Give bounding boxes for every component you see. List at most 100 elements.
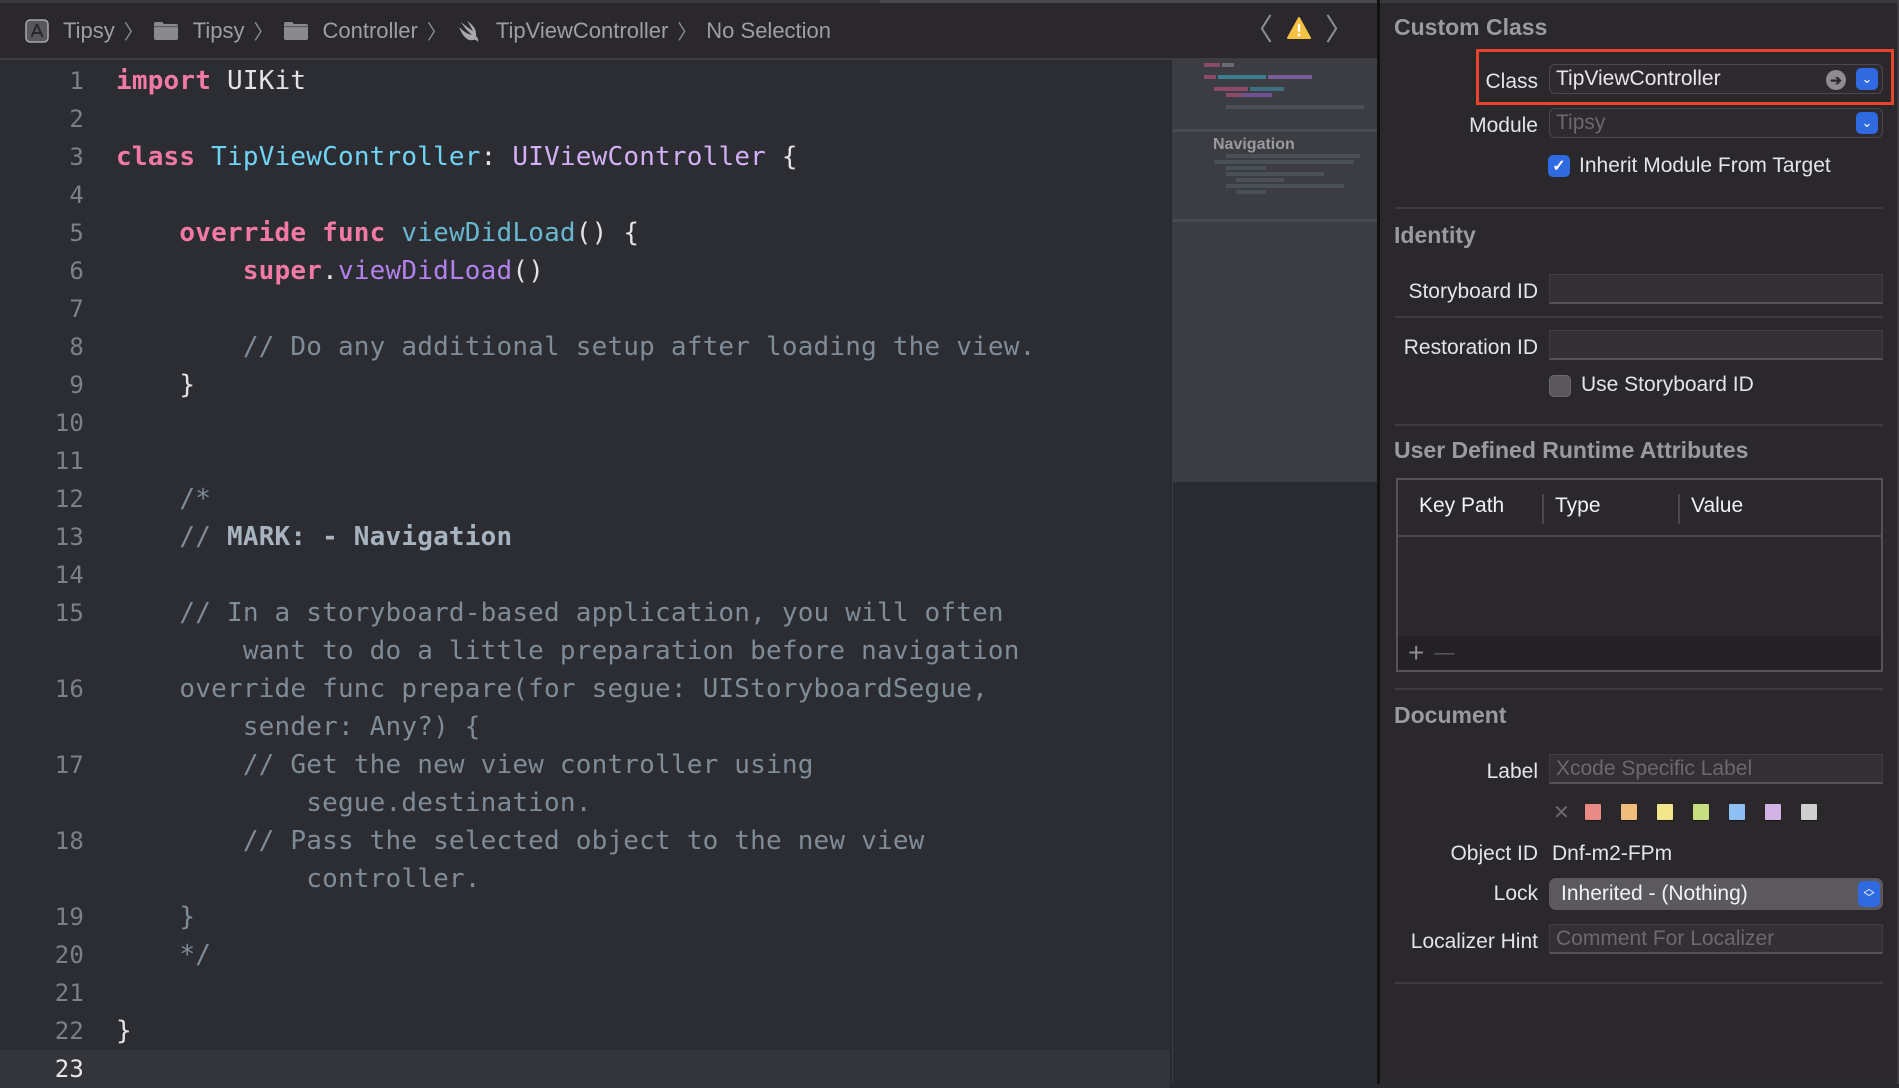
code-line[interactable]: sender: Any?) {	[0, 708, 1170, 746]
line-number[interactable]: 11	[0, 442, 84, 480]
xcode-label-field[interactable]: Xcode Specific Label	[1549, 754, 1883, 784]
use-storyboard-id-checkbox[interactable]	[1549, 375, 1571, 397]
clear-label-color-icon[interactable]: ✕	[1553, 800, 1570, 825]
module-combo-box[interactable]: Tipsy ⌄	[1549, 108, 1883, 138]
previous-issue-button[interactable]: 〈	[1243, 15, 1273, 46]
code-line[interactable]: 3 class TipViewController: UIViewControll…	[0, 138, 1170, 176]
code-line[interactable]: 16 override func prepare(for segue: UISt…	[0, 670, 1170, 708]
line-number[interactable]: 9	[0, 366, 84, 404]
code-line[interactable]: 22}	[0, 1012, 1170, 1050]
code-line[interactable]: 4	[0, 176, 1170, 214]
label-color-swatch[interactable]	[1765, 804, 1781, 820]
line-text: segue.destination.	[116, 784, 592, 822]
lock-popup-button[interactable]: Inherited - (Nothing) ︿ ﹀	[1549, 878, 1883, 910]
line-number[interactable]: 14	[0, 556, 84, 594]
code-line[interactable]: want to do a little preparation before n…	[0, 632, 1170, 670]
class-dropdown-chevron-icon[interactable]: ⌄	[1856, 68, 1878, 90]
minimap-line	[1226, 166, 1266, 170]
line-number[interactable]: 21	[0, 974, 84, 1012]
line-number[interactable]: 6	[0, 252, 84, 290]
label-color-swatch[interactable]	[1801, 804, 1817, 820]
line-number[interactable]: 20	[0, 936, 84, 974]
line-number[interactable]: 23	[0, 1050, 84, 1088]
line-number[interactable]: 4	[0, 176, 84, 214]
code-line[interactable]: 1 import UIKit	[0, 62, 1170, 100]
line-text: import UIKit	[116, 62, 306, 100]
remove-attribute-button[interactable]: —	[1434, 643, 1454, 663]
module-dropdown-chevron-icon[interactable]: ⌄	[1856, 112, 1878, 134]
section-divider	[1395, 424, 1883, 426]
code-line[interactable]: 10	[0, 404, 1170, 442]
line-number[interactable]: 17	[0, 746, 84, 784]
code-text-area[interactable]: 1 import UIKit 2 3 class TipViewController: …	[0, 60, 1170, 1088]
line-text: // In a storyboard-based application, yo…	[116, 594, 1004, 632]
code-line[interactable]: 23	[0, 1050, 1170, 1088]
line-number[interactable]: 22	[0, 1012, 84, 1050]
line-number[interactable]: 19	[0, 898, 84, 936]
code-line[interactable]: 11	[0, 442, 1170, 480]
column-header-key-path[interactable]: Key Path	[1419, 494, 1504, 518]
code-token: .	[322, 256, 338, 286]
column-divider[interactable]	[1678, 494, 1680, 524]
line-number[interactable]: 2	[0, 100, 84, 138]
inherit-module-checkbox[interactable]: ✓	[1548, 155, 1570, 177]
code-line[interactable]: 7	[0, 290, 1170, 328]
code-line[interactable]: 6 super.viewDidLoad()	[0, 252, 1170, 290]
breadcrumb-group-tipsy[interactable]: Tipsy	[153, 18, 245, 44]
storyboard-id-field[interactable]	[1549, 274, 1883, 304]
breadcrumb-file[interactable]: TipViewController	[456, 18, 668, 44]
line-number[interactable]: 16	[0, 670, 84, 708]
breadcrumb-project[interactable]: Tipsy	[25, 18, 115, 44]
jump-bar: Tipsy 〉 Tipsy 〉 Controller 〉 TipViewCont…	[0, 3, 1377, 60]
localizer-hint-field[interactable]: Comment For Localizer	[1549, 924, 1883, 954]
line-number[interactable]: 5	[0, 214, 84, 252]
minimap-line	[1226, 154, 1360, 158]
label-color-swatch[interactable]	[1693, 804, 1709, 820]
line-number[interactable]: 10	[0, 404, 84, 442]
label-color-swatch[interactable]	[1585, 804, 1601, 820]
code-line[interactable]: 14	[0, 556, 1170, 594]
runtime-attributes-table[interactable]: Key Path Type Value + —	[1396, 478, 1883, 672]
line-number[interactable]: 15	[0, 594, 84, 632]
line-number[interactable]: 7	[0, 290, 84, 328]
add-attribute-button[interactable]: +	[1408, 639, 1424, 667]
code-line[interactable]: 2	[0, 100, 1170, 138]
code-line[interactable]: 9 }	[0, 366, 1170, 404]
code-line[interactable]: 20 */	[0, 936, 1170, 974]
breadcrumb-symbol[interactable]: No Selection	[706, 18, 831, 44]
code-line[interactable]: 17 // Get the new view controller using	[0, 746, 1170, 784]
line-number[interactable]: 18	[0, 822, 84, 860]
restoration-id-field[interactable]	[1549, 330, 1883, 360]
function-declaration: viewDidLoad	[385, 218, 576, 248]
label-color-swatch[interactable]	[1621, 804, 1637, 820]
breadcrumb-group-controller[interactable]: Controller	[283, 18, 418, 44]
code-line[interactable]: 5 override func viewDidLoad() {	[0, 214, 1170, 252]
code-line[interactable]: 8 // Do any additional setup after loadi…	[0, 328, 1170, 366]
line-number[interactable]: 13	[0, 518, 84, 556]
code-line[interactable]: 15 // In a storyboard-based application,…	[0, 594, 1170, 632]
line-number[interactable]: 8	[0, 328, 84, 366]
column-header-type[interactable]: Type	[1555, 494, 1601, 518]
go-to-class-arrow-icon[interactable]: ➔	[1826, 70, 1846, 90]
code-line[interactable]: 21	[0, 974, 1170, 1012]
code-line[interactable]: 13 // MARK: - Navigation	[0, 518, 1170, 556]
next-issue-button[interactable]: 〉	[1325, 15, 1355, 46]
class-combo-box[interactable]: TipViewController ➔ ⌄	[1549, 64, 1883, 94]
label-color-swatch[interactable]	[1729, 804, 1745, 820]
column-divider[interactable]	[1542, 494, 1544, 524]
line-number[interactable]: 3	[0, 138, 84, 176]
code-line[interactable]: segue.destination.	[0, 784, 1170, 822]
minimap-visible-region[interactable]: Navigation	[1173, 58, 1378, 482]
code-line[interactable]: 18 // Pass the selected object to the ne…	[0, 822, 1170, 860]
line-text: override func prepare(for segue: UIStory…	[116, 670, 988, 708]
code-line[interactable]: controller.	[0, 860, 1170, 898]
line-number[interactable]: 12	[0, 480, 84, 518]
label-color-swatch[interactable]	[1657, 804, 1673, 820]
minimap[interactable]: Navigation	[1172, 58, 1378, 1084]
line-number[interactable]: 1	[0, 62, 84, 100]
code-line[interactable]: 19 }	[0, 898, 1170, 936]
column-header-value[interactable]: Value	[1691, 494, 1743, 518]
warning-icon[interactable]	[1287, 16, 1311, 45]
restoration-id-label: Restoration ID	[1403, 336, 1538, 359]
code-line[interactable]: 12 /*	[0, 480, 1170, 518]
